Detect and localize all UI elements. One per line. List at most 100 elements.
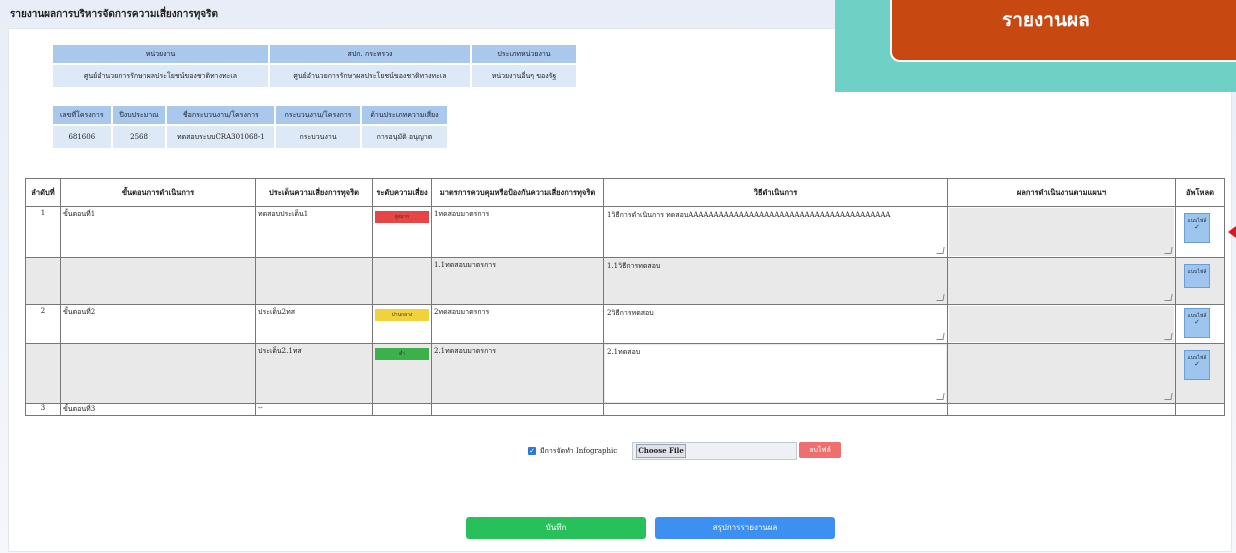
project-header-process: กระบวนงาน/โครงการ [276,106,360,124]
save-button[interactable]: บันทึก [466,517,646,539]
result-textarea[interactable] [947,257,1176,305]
project-header-number: เลขที่โครงการ [53,106,111,124]
badge-label: รายงานผล [1002,9,1090,31]
row-measure [431,403,604,416]
project-value-number: 681606 [53,126,111,148]
check-icon: ✓ [1194,318,1200,326]
upload-cell: แนบไฟล์ ✓ [1175,206,1225,258]
row-level-cell: สูงมาก [372,206,432,258]
summary-button[interactable]: สรุปการรายงานผล [655,517,835,539]
risk-report-table: ลำดับที่ ขั้นตอนการดำเนินการ ประเด็นความ… [25,178,1225,416]
method-textarea[interactable]: 2.1ทดสอบ [603,343,948,404]
project-value-process: กระบวนงาน [276,126,360,148]
upload-button[interactable]: แนบไฟล์ ✓ [1184,213,1210,243]
method-textarea[interactable]: 1.1วิธีการทดสอบ [603,257,948,305]
upload-cell: แนบไฟล์ ✓ [1175,343,1225,404]
header-issue: ประเด็นความเสี่ยงการทุจริต [255,178,373,207]
header-step: ขั้นตอนการดำเนินการ [60,178,256,207]
row-step: ขั้นตอนที่1 [60,206,256,258]
resize-handle[interactable] [1164,294,1173,301]
table-row: ประเด็น2.1ทส ต่ำ 2.1ทดสอบมาตรการ 2.1ทดสอ… [25,343,1225,404]
project-value-year: 2568 [112,126,166,148]
delete-file-button[interactable]: ลบไฟล์ [799,442,841,458]
choose-file-button[interactable]: Choose File [636,444,686,458]
org-header-type: ประเภทหน่วยงาน [472,45,576,63]
resize-handle[interactable] [936,393,945,400]
row-no [25,257,61,305]
row-issue: -- [255,403,373,416]
check-icon: ✓ [1194,360,1200,368]
method-text: 2วิธีการทดสอบ [607,309,654,317]
resize-handle[interactable] [936,247,945,254]
row-step [60,257,256,305]
infographic-checkbox[interactable]: ✓ [528,447,536,455]
org-value-type: หน่วยงานอื่นๆ ของรัฐ [472,65,576,87]
row-no: 2 [25,304,61,344]
upload-cell: แนบไฟล์ ✓ [1175,304,1225,344]
upload-label: แนบไฟล์ [1187,269,1207,275]
row-level-cell [372,257,432,305]
method-textarea[interactable]: 1วิธีการดำเนินการ ทดสอบAAAAAAAAAAAAAAAAA… [603,206,948,258]
method-textarea[interactable]: 2วิธีการทดสอบ [603,304,948,344]
row-step [60,343,256,404]
row-no: 1 [25,206,61,258]
org-value-ministry: ศูนย์อำนวยการรักษาผลประโยชน์ของชาติทางทะ… [270,65,470,87]
table-row: 3 ขั้นตอนที่3 -- [25,403,1225,416]
org-header-ministry: สปก. กระทรวง [270,45,470,63]
row-result [947,403,1176,416]
header-upload: อัพโหลด [1175,178,1225,207]
row-measure: 2.1ทดสอบมาตรการ [431,343,604,404]
row-issue [255,257,373,305]
row-measure: 1.1ทดสอบมาตรการ [431,257,604,305]
upload-cell: แนบไฟล์ [1175,257,1225,305]
resize-handle[interactable] [1164,333,1173,340]
row-step: ขั้นตอนที่3 [60,403,256,416]
upload-button[interactable]: แนบไฟล์ ✓ [1184,308,1210,338]
page-title: รายงานผลการบริหารจัดการความเสี่ยงการทุจร… [10,9,219,20]
resize-handle[interactable] [1164,247,1173,254]
method-text: 2.1ทดสอบ [607,348,641,356]
org-header-agency: หน่วยงาน [53,45,268,63]
pointer-arrow-icon [1228,226,1236,238]
upload-cell [1175,403,1225,416]
header-level: ระดับความเสี่ยง [372,178,432,207]
row-issue: ประเด็น2ทส [255,304,373,344]
row-level-cell [372,403,432,416]
org-info-table: หน่วยงาน สปก. กระทรวง ประเภทหน่วยงาน ศูน… [51,43,578,89]
org-value-agency: ศูนย์อำนวยการรักษาผลประโยชน์ของชาติทางทะ… [53,65,268,87]
project-info-table: เลขที่โครงการ ปีงบประมาณ ชื่อกระบวนงาน/โ… [51,104,449,150]
header-measure: มาตรการควบคุมหรือป้องกันความเสี่ยงการทุจ… [431,178,604,207]
check-icon: ✓ [1194,223,1200,231]
resize-handle[interactable] [1164,393,1173,400]
row-level-cell: ปานกลาง [372,304,432,344]
row-measure: 1ทดสอบมาตรการ [431,206,604,258]
risk-level-badge: ต่ำ [375,348,429,360]
row-method [603,403,948,416]
upload-button[interactable]: แนบไฟล์ [1184,264,1210,288]
result-textarea[interactable] [947,206,1176,258]
result-textarea[interactable] [947,304,1176,344]
risk-level-badge: สูงมาก [375,211,429,223]
row-measure: 2ทดสอบมาตรการ [431,304,604,344]
resize-handle[interactable] [936,294,945,301]
header-no: ลำดับที่ [25,178,61,207]
method-text: 1.1วิธีการทดสอบ [607,262,661,270]
method-text: 1วิธีการดำเนินการ ทดสอบAAAAAAAAAAAAAAAAA… [607,211,891,219]
resize-handle[interactable] [936,333,945,340]
project-value-risk-type: การอนุมัติ อนุญาต [361,126,447,148]
report-badge-panel: รายงานผล [835,0,1236,92]
row-level-cell: ต่ำ [372,343,432,404]
infographic-label: มีการจัดทำ Infographic [540,447,618,455]
result-textarea[interactable] [947,343,1176,404]
row-step: ขั้นตอนที่2 [60,304,256,344]
header-result: ผลการดำเนินงานตามแผนฯ [947,178,1176,207]
row-issue: ประเด็น2.1ทส [255,343,373,404]
row-no: 3 [25,403,61,416]
table-row: 2 ขั้นตอนที่2 ประเด็น2ทส ปานกลาง 2ทดสอบม… [25,304,1225,344]
header-method: วิธีดำเนินการ [603,178,948,207]
report-badge: รายงานผล [890,0,1236,62]
upload-button[interactable]: แนบไฟล์ ✓ [1184,350,1210,380]
row-no [25,343,61,404]
risk-level-badge: ปานกลาง [375,309,429,321]
project-header-name: ชื่อกระบวนงาน/โครงการ [167,106,275,124]
